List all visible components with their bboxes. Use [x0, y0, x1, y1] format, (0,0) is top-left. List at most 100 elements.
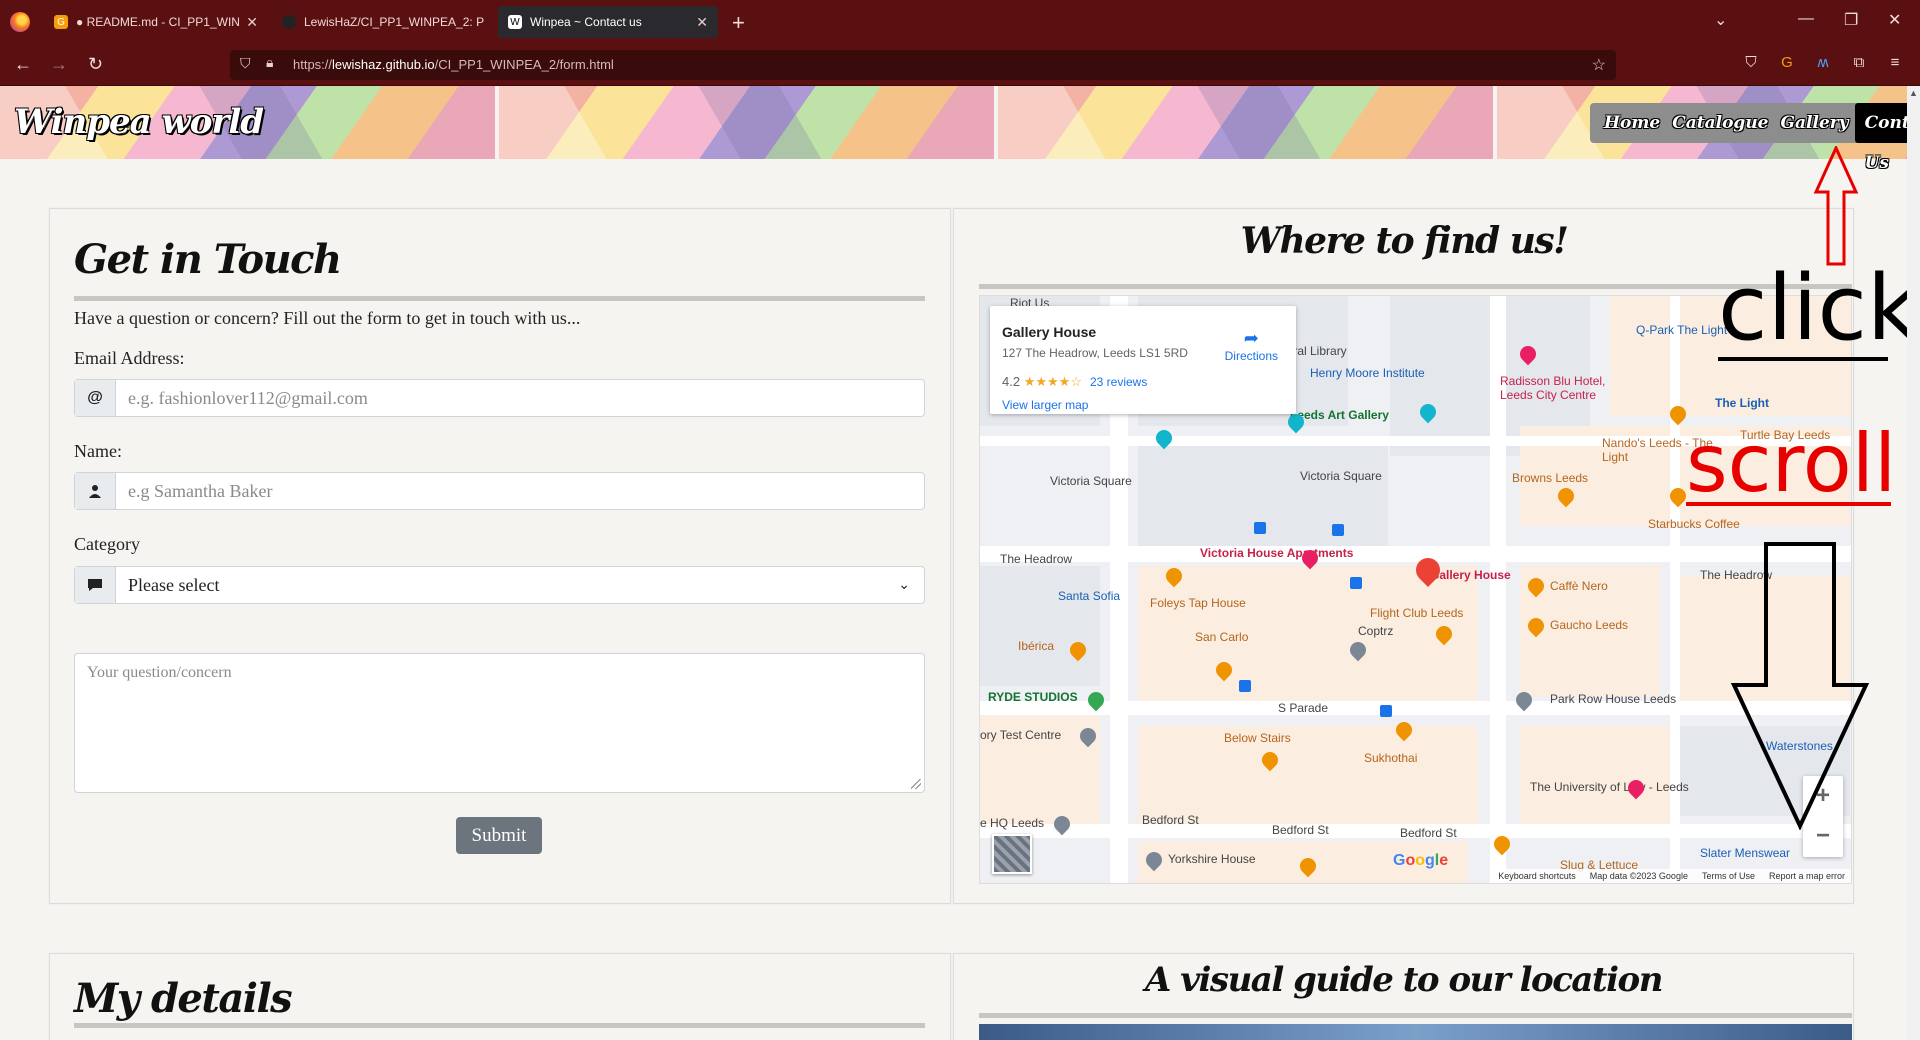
- url-bar[interactable]: ⛉ 🔒︎ https://lewishaz.github.io/CI_PP1_W…: [230, 50, 1616, 80]
- resize-handle[interactable]: [911, 779, 921, 789]
- name-field[interactable]: e.g Samantha Baker: [116, 473, 924, 509]
- name-label: Name:: [74, 441, 122, 461]
- at-icon: @: [75, 380, 116, 416]
- bus-stop-icon[interactable]: [1380, 705, 1392, 717]
- tab-winpea[interactable]: W Winpea ~ Contact us ✕: [498, 6, 718, 38]
- map-label: Gallery House: [1430, 568, 1511, 582]
- extension-m-icon[interactable]: ʍ: [1814, 54, 1832, 72]
- map-label: Ibérica: [1018, 639, 1055, 653]
- close-window-icon[interactable]: ✕: [1888, 10, 1901, 30]
- up-arrow-annotation: [1813, 146, 1859, 266]
- map-label: Leeds Art Gallery: [1290, 408, 1389, 422]
- bus-stop-icon[interactable]: [1350, 577, 1362, 589]
- terms-link[interactable]: Terms of Use: [1702, 871, 1755, 881]
- scroll-annotation: scroll: [1686, 417, 1897, 510]
- main-nav: Home Catalogue Gallery Contact Us: [1590, 103, 1920, 173]
- list-tabs-icon[interactable]: ⌄: [1714, 10, 1727, 30]
- map-label: Starbucks Coffee: [1648, 517, 1740, 531]
- satellite-toggle[interactable]: [992, 834, 1032, 874]
- tab-readme[interactable]: G ● README.md - CI_PP1_WINPEA ✕: [44, 6, 268, 38]
- map-label: The Headrow: [1000, 552, 1073, 566]
- keyboard-shortcuts-link[interactable]: Keyboard shortcuts: [1498, 871, 1576, 881]
- url-text[interactable]: https://lewishaz.github.io/CI_PP1_WINPEA…: [293, 57, 614, 72]
- forward-icon[interactable]: →: [50, 54, 68, 75]
- map-label: Flight Club Leeds: [1370, 606, 1464, 620]
- down-arrow-annotation: [1730, 542, 1870, 830]
- header-pattern-tile: [499, 86, 994, 159]
- close-icon[interactable]: ✕: [696, 14, 708, 31]
- place-address: 127 The Headrow, Leeds LS1 5RD: [1002, 346, 1188, 360]
- scroll-underline: [1686, 502, 1891, 506]
- reload-icon[interactable]: ↻: [88, 54, 103, 75]
- page-scrollbar[interactable]: ▲: [1907, 86, 1920, 1040]
- nav-gallery[interactable]: Gallery: [1775, 103, 1855, 143]
- map-label: Victoria House Apartments: [1200, 546, 1354, 560]
- pocket-icon[interactable]: ⛉: [1742, 54, 1760, 72]
- directions-button[interactable]: ➦ Directions: [1225, 328, 1278, 363]
- menu-icon[interactable]: ≡: [1886, 54, 1904, 72]
- scroll-up-icon[interactable]: ▲: [1909, 88, 1918, 98]
- details-title: My details: [74, 975, 293, 1022]
- site-logo[interactable]: Winpea world: [14, 102, 264, 142]
- form-intro: Have a question or concern? Fill out the…: [74, 308, 581, 328]
- details-divider: [74, 1023, 925, 1028]
- nav-home[interactable]: Home: [1598, 103, 1666, 143]
- nav-catalogue[interactable]: Catalogue: [1666, 103, 1774, 143]
- title-divider: [74, 296, 925, 301]
- bus-stop-icon[interactable]: [1332, 524, 1344, 536]
- map-label: Browns Leeds: [1512, 471, 1589, 485]
- browser-tab-bar: G ● README.md - CI_PP1_WINPEA ✕ LewisHaZ…: [0, 0, 1920, 44]
- map-label: Santa Sofia: [1058, 589, 1121, 603]
- email-field[interactable]: e.g. fashionlover112@gmail.com: [116, 380, 924, 416]
- github-icon: [282, 15, 296, 29]
- extensions-icon[interactable]: ⧉: [1850, 54, 1868, 72]
- bookmark-star-icon[interactable]: ☆: [1592, 55, 1606, 75]
- tab-github[interactable]: LewisHaZ/CI_PP1_WINPEA_2: P: [272, 6, 496, 38]
- map-label: Henry Moore Institute: [1310, 366, 1425, 380]
- place-rating: 4.2 ★★★★☆ 23 reviews: [1002, 374, 1148, 389]
- winpea-favicon: W: [508, 15, 522, 29]
- grammarly-icon: G: [54, 15, 68, 29]
- message-textarea[interactable]: Your question/concern: [74, 653, 925, 793]
- lock-icon[interactable]: 🔒︎: [266, 56, 273, 72]
- view-larger-map-link[interactable]: View larger map: [1002, 398, 1088, 412]
- category-select[interactable]: Please select ⌄: [116, 567, 924, 603]
- close-icon[interactable]: ✕: [246, 14, 258, 31]
- map-label: Below Stairs: [1224, 731, 1291, 745]
- map-label: e HQ Leeds: [980, 816, 1045, 830]
- new-tab-button[interactable]: +: [732, 10, 745, 36]
- guide-divider: [979, 1013, 1852, 1018]
- bus-stop-icon[interactable]: [1254, 522, 1266, 534]
- map-label: Sukhothai: [1364, 751, 1418, 765]
- map-label: Gaucho Leeds: [1550, 618, 1629, 632]
- submit-button[interactable]: Submit: [456, 817, 542, 854]
- reviews-link[interactable]: 23 reviews: [1090, 375, 1147, 389]
- map-label: Caffè Nero: [1550, 579, 1608, 593]
- shield-icon[interactable]: ⛉: [240, 57, 251, 73]
- grammarly-ext-icon[interactable]: G: [1778, 54, 1796, 72]
- minimize-icon[interactable]: —: [1798, 10, 1814, 28]
- map-title: Where to find us!: [1240, 220, 1569, 262]
- map-footer: Keyboard shortcuts Map data ©2023 Google…: [1492, 869, 1851, 883]
- map-label: Bedford St: [1400, 826, 1457, 840]
- map-label: S Parade: [1278, 701, 1329, 715]
- map-label: ory Test Centre: [980, 728, 1062, 742]
- map-label: Q-Park The Light: [1636, 323, 1728, 337]
- firefox-icon[interactable]: [10, 12, 30, 32]
- restore-icon[interactable]: ❐: [1844, 10, 1858, 30]
- email-input-group: @ e.g. fashionlover112@gmail.com: [74, 379, 925, 417]
- map-label: The Light: [1715, 396, 1769, 410]
- map-label: Victoria Square: [1050, 474, 1132, 488]
- location-photo: [979, 1024, 1852, 1040]
- user-icon: [75, 473, 116, 509]
- map-label: Bedford St: [1272, 823, 1329, 837]
- google-map[interactable]: Riot Us tral Library Henry Moore Institu…: [979, 295, 1852, 884]
- map-label: San Carlo: [1195, 630, 1249, 644]
- bus-stop-icon[interactable]: [1239, 680, 1251, 692]
- back-icon[interactable]: ←: [14, 54, 32, 75]
- google-logo: Google: [1393, 852, 1449, 869]
- report-error-link[interactable]: Report a map error: [1769, 871, 1845, 881]
- place-name: Gallery House: [1002, 324, 1097, 340]
- message-placeholder: Your question/concern: [87, 664, 232, 681]
- header-pattern-tile: [998, 86, 1493, 159]
